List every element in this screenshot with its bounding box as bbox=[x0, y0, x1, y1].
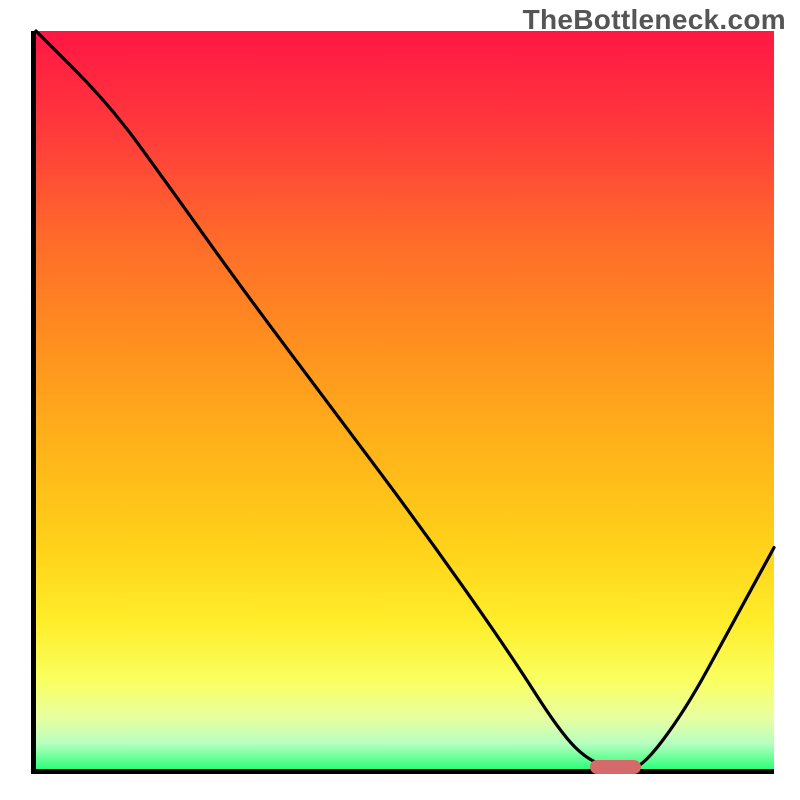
chart-frame: TheBottleneck.com bbox=[0, 0, 800, 800]
bottleneck-curve bbox=[36, 31, 774, 769]
curve-layer bbox=[36, 31, 774, 769]
plot-area bbox=[31, 31, 774, 774]
optimal-range-marker bbox=[590, 760, 642, 774]
